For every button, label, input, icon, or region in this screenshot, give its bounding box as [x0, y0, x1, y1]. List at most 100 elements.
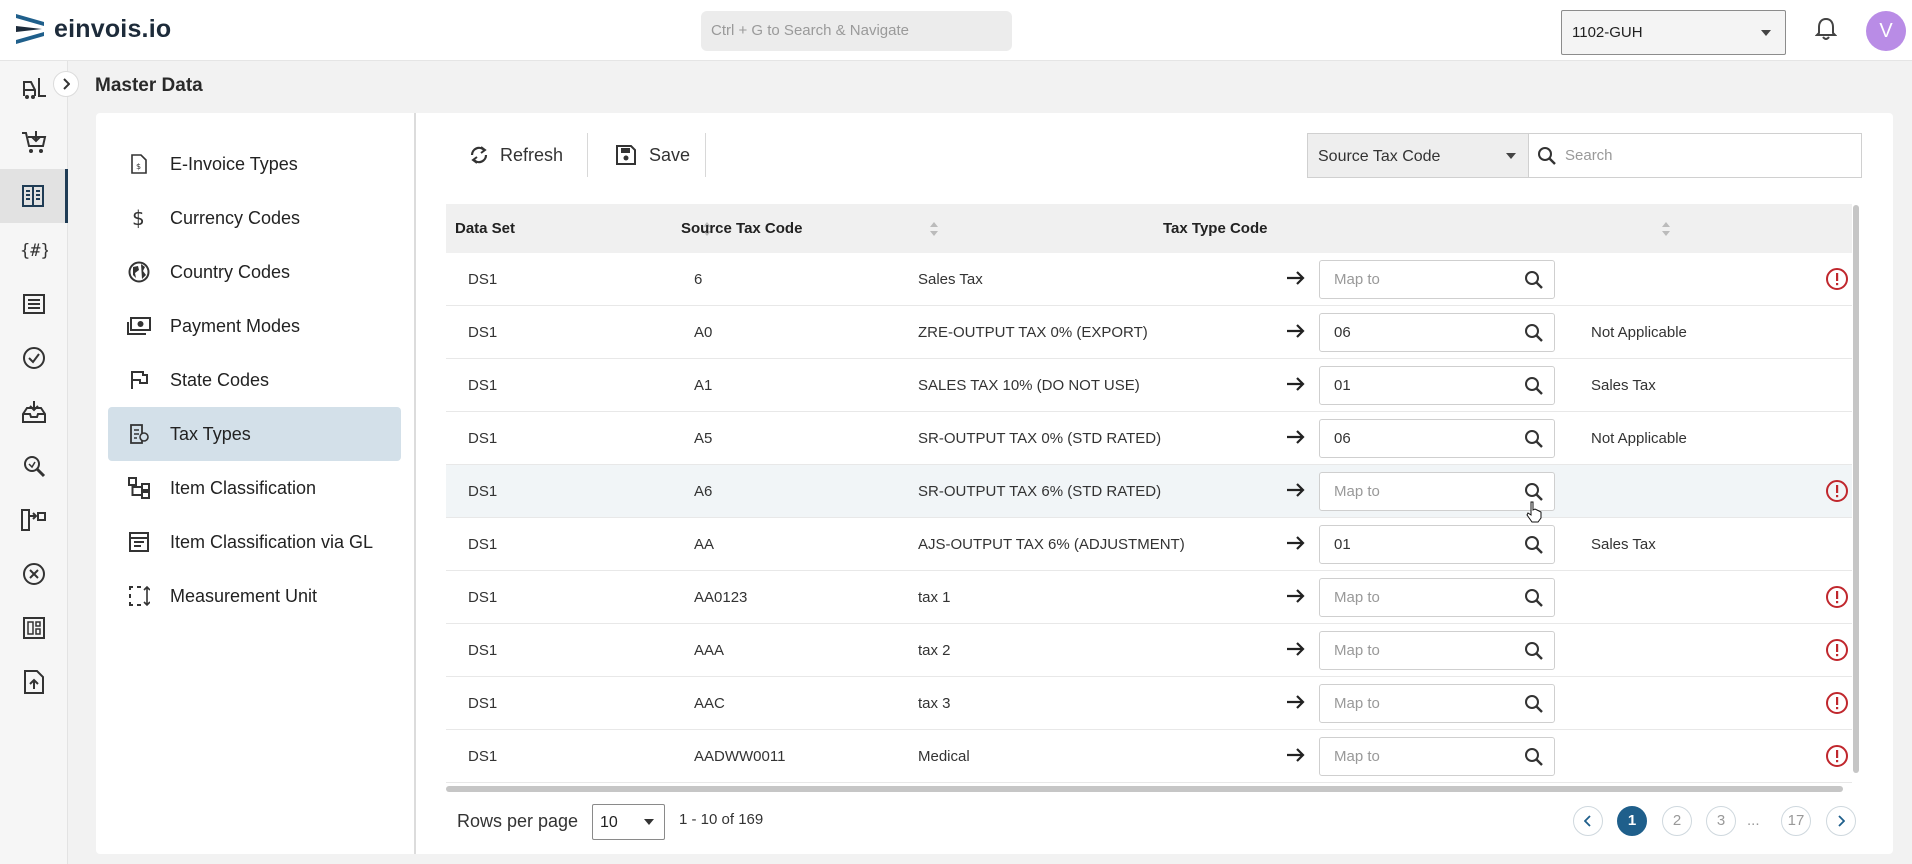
nav-item-label: Item Classification	[170, 477, 317, 498]
search-icon[interactable]	[1524, 588, 1544, 608]
table-row[interactable]: DS1 6 Sales Tax Map to	[446, 253, 1852, 306]
search-icon[interactable]	[1524, 482, 1544, 502]
vertical-scrollbar[interactable]	[1853, 205, 1859, 773]
table-header: Data Set Source Tax Code Tax Type Code	[446, 204, 1852, 253]
table-row[interactable]: DS1 AAC tax 3 Map to	[446, 677, 1852, 730]
page-button[interactable]: 2	[1662, 806, 1692, 836]
previous-page-button[interactable]	[1573, 806, 1603, 836]
list-icon[interactable]	[0, 277, 68, 331]
data-set-cell: DS1	[468, 324, 498, 341]
sort-icon[interactable]	[1661, 221, 1671, 237]
nav-item-item-classification-via-gl[interactable]: Item Classification via GL	[108, 515, 401, 569]
avatar[interactable]: V	[1866, 11, 1906, 51]
table-row[interactable]: DS1 AADWW0011 Medical Map to	[446, 730, 1852, 783]
nav-item-country-codes[interactable]: Country Codes	[108, 245, 401, 299]
table-row[interactable]: DS1 A5 SR-OUTPUT TAX 0% (STD RATED) 06 N…	[446, 412, 1852, 465]
upload-file-icon[interactable]	[0, 655, 68, 709]
warning-icon[interactable]	[1825, 744, 1849, 768]
map-to-input[interactable]: Map to	[1319, 578, 1555, 617]
nav-item-payment-modes[interactable]: Payment Modes	[108, 299, 401, 353]
arrow-right-icon	[1287, 642, 1305, 656]
table-row[interactable]: DS1 A6 SR-OUTPUT TAX 6% (STD RATED) Map …	[446, 465, 1852, 518]
search-zoom-icon[interactable]	[0, 439, 68, 493]
table-row[interactable]: DS1 A0 ZRE-OUTPUT TAX 0% (EXPORT) 06 Not…	[446, 306, 1852, 359]
column-header-source-tax-code[interactable]: Source Tax Code	[681, 220, 802, 237]
table-row[interactable]: DS1 AA AJS-OUTPUT TAX 6% (ADJUSTMENT) 01…	[446, 518, 1852, 571]
column-header-data-set[interactable]: Data Set	[455, 220, 515, 237]
column-header-tax-type-code[interactable]: Tax Type Code	[1163, 220, 1267, 237]
source-code-cell: A0	[694, 324, 713, 341]
source-code-cell: A6	[694, 483, 713, 500]
warning-icon[interactable]	[1825, 691, 1849, 715]
horizontal-scrollbar[interactable]	[446, 786, 1843, 792]
arrow-right-icon	[1287, 430, 1305, 444]
bell-icon[interactable]	[1815, 17, 1837, 41]
warning-icon[interactable]	[1825, 638, 1849, 662]
nav-item-item-classification[interactable]: Item Classification	[108, 461, 401, 515]
organization-select[interactable]: 1102-GUH	[1561, 10, 1786, 55]
search-icon[interactable]	[1524, 270, 1544, 290]
search-icon[interactable]	[1524, 376, 1544, 396]
warning-icon[interactable]	[1825, 479, 1849, 503]
sort-icon[interactable]	[929, 221, 939, 237]
nav-item-state-codes[interactable]: State Codes	[108, 353, 401, 407]
warning-icon[interactable]	[1825, 585, 1849, 609]
logo[interactable]: einvois.io	[16, 14, 171, 44]
search-icon[interactable]	[1524, 429, 1544, 449]
map-to-value: 06	[1334, 430, 1351, 447]
data-set-cell: DS1	[468, 536, 498, 553]
map-to-input[interactable]: Map to	[1319, 472, 1555, 511]
next-page-button[interactable]	[1826, 806, 1856, 836]
flow-icon[interactable]	[0, 493, 68, 547]
table-row[interactable]: DS1 AA0123 tax 1 Map to	[446, 571, 1852, 624]
map-to-input[interactable]: Map to	[1319, 684, 1555, 723]
arrow-right-icon	[1287, 589, 1305, 603]
arrow-right-icon	[1287, 271, 1305, 285]
search-icon[interactable]	[1524, 641, 1544, 661]
table-row[interactable]: DS1 A1 SALES TAX 10% (DO NOT USE) 01 Sal…	[446, 359, 1852, 412]
map-to-input[interactable]: 06	[1319, 313, 1555, 352]
nav-item-label: E-Invoice Types	[170, 153, 298, 174]
dashboard-icon[interactable]	[0, 601, 68, 655]
expand-sidebar-button[interactable]	[53, 71, 79, 97]
rows-per-page-select[interactable]: 10	[592, 804, 665, 840]
map-to-input[interactable]: Map to	[1319, 737, 1555, 776]
search-icon[interactable]	[1524, 694, 1544, 714]
hash-braces-icon[interactable]: {#}	[0, 223, 68, 277]
nav-item-e-invoice-types[interactable]: $ E-Invoice Types	[108, 137, 401, 191]
check-circle-icon[interactable]	[0, 331, 68, 385]
search-field-select[interactable]: Source Tax Code	[1307, 133, 1528, 178]
nav-item-measurement-unit[interactable]: Measurement Unit	[108, 569, 401, 623]
cancel-circle-icon[interactable]	[0, 547, 68, 601]
map-to-input[interactable]: 06	[1319, 419, 1555, 458]
description-cell: tax 1	[918, 589, 951, 606]
page-button[interactable]: 17	[1781, 806, 1811, 836]
page-button[interactable]: 1	[1617, 806, 1647, 836]
description-cell: ZRE-OUTPUT TAX 0% (EXPORT)	[918, 324, 1148, 341]
refresh-button[interactable]: Refresh	[468, 133, 563, 177]
search-icon[interactable]	[1524, 535, 1544, 555]
search-input[interactable]: Search	[1528, 133, 1862, 178]
page-button[interactable]: 3	[1706, 806, 1736, 836]
map-to-input[interactable]: 01	[1319, 525, 1555, 564]
tax-type-name: Not Applicable	[1591, 324, 1687, 341]
search-icon[interactable]	[1524, 747, 1544, 767]
nav-item-tax-types[interactable]: Tax Types	[108, 407, 401, 461]
search-field-value: Source Tax Code	[1318, 148, 1441, 165]
map-to-input[interactable]: Map to	[1319, 260, 1555, 299]
map-to-placeholder: Map to	[1334, 589, 1380, 606]
table-row[interactable]: DS1 AAA tax 2 Map to	[446, 624, 1852, 677]
ledger-icon[interactable]	[0, 169, 68, 223]
map-to-value: 01	[1334, 377, 1351, 394]
map-to-input[interactable]: 01	[1319, 366, 1555, 405]
map-to-input[interactable]: Map to	[1319, 631, 1555, 670]
inbox-download-icon[interactable]	[0, 385, 68, 439]
global-search-input[interactable]: Ctrl + G to Search & Navigate	[701, 11, 1012, 51]
data-set-cell: DS1	[468, 642, 498, 659]
save-button[interactable]: Save	[615, 133, 690, 177]
toolbar-divider	[705, 133, 706, 177]
nav-item-currency-codes[interactable]: $ Currency Codes	[108, 191, 401, 245]
search-icon[interactable]	[1524, 323, 1544, 343]
warning-icon[interactable]	[1825, 267, 1849, 291]
cart-icon[interactable]	[0, 115, 68, 169]
